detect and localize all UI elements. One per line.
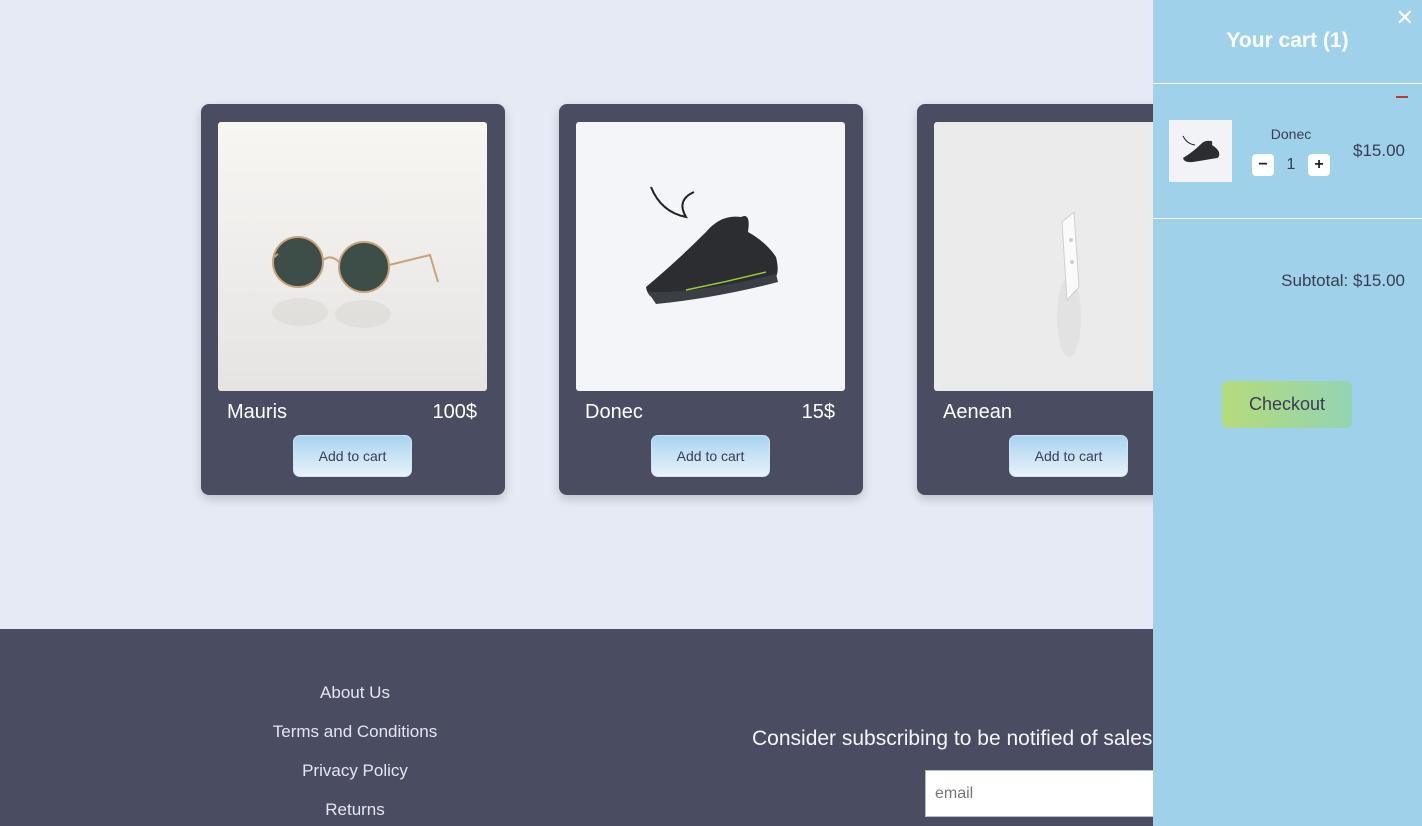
cart-item-name: Donec [1270, 126, 1312, 142]
footer-link-about-us[interactable]: About Us [200, 683, 510, 703]
cart-divider [1153, 218, 1422, 219]
product-card: Mauris 100$ Add to cart [201, 104, 505, 495]
cart-divider [1153, 83, 1422, 84]
product-name: Donec [585, 401, 643, 423]
cart-item-price: $15.00 [1353, 141, 1405, 160]
increment-button[interactable]: + [1308, 154, 1330, 176]
cart-subtotal: Subtotal: $15.00 [1281, 271, 1405, 290]
footer-link-terms[interactable]: Terms and Conditions [200, 722, 510, 742]
product-price: 15$ [801, 401, 835, 423]
product-image-sunglasses [218, 122, 487, 391]
footer-link-privacy[interactable]: Privacy Policy [200, 761, 510, 781]
product-card: Donec 15$ Add to cart [559, 104, 863, 495]
add-to-cart-button[interactable]: Add to cart [1009, 435, 1128, 477]
remove-item-icon[interactable] [1396, 96, 1408, 98]
product-name: Mauris [227, 401, 288, 423]
product-price: 100$ [432, 401, 478, 423]
footer-link-returns[interactable]: Returns [200, 800, 510, 820]
cart-panel: ✕ Your cart (1) Donec − 1 + $15.00 Subto… [1153, 0, 1422, 826]
checkout-button[interactable]: Checkout [1222, 381, 1352, 428]
cart-item-image [1169, 120, 1232, 182]
add-to-cart-button[interactable]: Add to cart [651, 435, 770, 477]
subscribe-text: Consider subscribing to be notified of s… [752, 727, 1153, 750]
product-image-sneaker [576, 122, 845, 391]
product-name: Aenean [943, 401, 1012, 423]
add-to-cart-button[interactable]: Add to cart [293, 435, 412, 477]
quantity-value: 1 [1286, 156, 1296, 173]
cart-title: Your cart (1) [1226, 29, 1349, 52]
decrement-button[interactable]: − [1252, 154, 1274, 176]
